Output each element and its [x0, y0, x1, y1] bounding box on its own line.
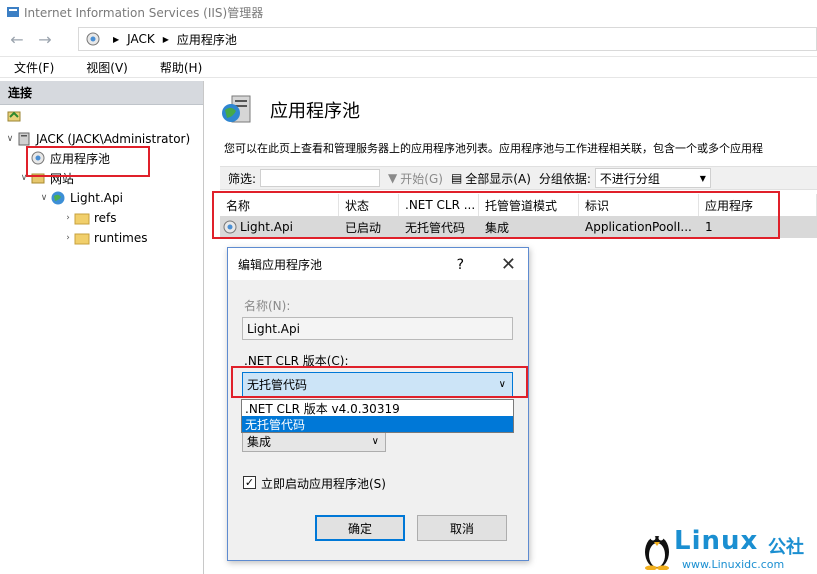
- title-bar: Internet Information Services (IIS)管理器: [0, 0, 817, 24]
- start-immediately-checkbox[interactable]: ✓: [243, 476, 256, 489]
- group-by-select[interactable]: 不进行分组 ▼: [594, 168, 711, 188]
- menu-file[interactable]: 文件(F): [8, 59, 60, 76]
- watermark-brand-cn: 公社: [768, 537, 804, 558]
- menu-bar: 文件(F) 视图(V) 帮助(H): [0, 56, 817, 78]
- funnel-icon: ▼: [388, 171, 398, 185]
- cancel-button[interactable]: 取消: [417, 515, 507, 541]
- annotation-box-clr-select: [231, 366, 528, 398]
- folder-icon: [74, 233, 90, 245]
- tree-node-site[interactable]: ∨ Light.Api: [38, 188, 123, 208]
- chevron-down-icon: ∨: [371, 435, 379, 447]
- watermark-brand: Linux: [674, 526, 759, 556]
- group-by-label: 分组依据:: [538, 171, 591, 186]
- connect-icon[interactable]: [6, 108, 22, 124]
- breadcrumb-separator: ▶: [162, 34, 169, 44]
- app-pools-large-icon: [222, 95, 251, 123]
- chevron-down-icon[interactable]: ∨: [4, 134, 16, 144]
- window-title: Internet Information Services (IIS)管理器: [24, 5, 264, 20]
- folder-icon: [74, 213, 90, 225]
- breadcrumb-separator: ▶: [113, 34, 120, 44]
- annotation-box-app-pools: [26, 146, 150, 177]
- chevron-right-icon[interactable]: ›: [62, 233, 74, 243]
- show-all-icon: ▤: [450, 171, 463, 185]
- breadcrumb-app-pools[interactable]: 应用程序池: [177, 31, 237, 48]
- globe-icon: [51, 191, 65, 205]
- chevron-right-icon[interactable]: ›: [62, 213, 74, 223]
- connections-toolbar: [0, 105, 203, 127]
- show-all-button[interactable]: ▤ 全部显示(A): [451, 170, 531, 187]
- clr-option-no-managed-code[interactable]: 无托管代码: [242, 416, 513, 432]
- filter-input[interactable]: [260, 169, 381, 187]
- dropdown-arrow-icon: ▼: [699, 173, 706, 183]
- page-title: 应用程序池: [270, 101, 360, 122]
- filter-label: 筛选:: [228, 171, 257, 186]
- connections-header: 连接: [0, 81, 203, 105]
- address-bar: ← → ▶ JACK ▶ 应用程序池: [0, 24, 817, 54]
- watermark-url: www.Linuxidc.com: [682, 558, 785, 571]
- start-immediately-label[interactable]: 立即启动应用程序池(S): [261, 475, 386, 492]
- server-icon: [18, 132, 30, 146]
- filter-toolbar: 筛选: ▼ 开始(G) ▤ 全部显示(A) 分组依据: 不进行分组 ▼: [220, 166, 817, 190]
- menu-help[interactable]: 帮助(H): [154, 59, 208, 76]
- menu-view[interactable]: 视图(V): [80, 59, 134, 76]
- pipeline-mode-select[interactable]: 集成 ∨: [242, 430, 386, 452]
- back-arrow-icon[interactable]: ←: [6, 28, 28, 50]
- linux-watermark-logo: Linux 公社 www.Linuxidc.com: [640, 524, 817, 574]
- page-description: 您可以在此页上查看和管理服务器上的应用程序池列表。应用程序池与工作进程相关联，包…: [224, 142, 763, 155]
- iis-app-icon: [7, 7, 19, 17]
- ok-button[interactable]: 确定: [315, 515, 405, 541]
- dialog-title: 编辑应用程序池: [238, 257, 323, 272]
- name-label: 名称(N):: [244, 299, 291, 313]
- close-icon[interactable]: ✕: [501, 254, 516, 275]
- app-pool-icon: [86, 32, 100, 46]
- help-icon[interactable]: ?: [457, 257, 464, 273]
- annotation-box-grid: [212, 191, 780, 239]
- clr-version-dropdown-list: .NET CLR 版本 v4.0.30319 无托管代码: [241, 399, 514, 433]
- tree-node-folder[interactable]: › refs: [62, 208, 116, 228]
- name-field: Light.Api: [242, 317, 513, 340]
- forward-arrow-icon[interactable]: →: [34, 28, 56, 50]
- tree-node-folder[interactable]: › runtimes: [62, 228, 147, 248]
- breadcrumb[interactable]: ▶ JACK ▶ 应用程序池: [78, 27, 817, 51]
- breadcrumb-server[interactable]: JACK: [127, 32, 155, 46]
- clr-option-v4[interactable]: .NET CLR 版本 v4.0.30319: [242, 400, 513, 416]
- penguin-icon: [645, 535, 669, 570]
- dialog-title-bar: 编辑应用程序池: [228, 248, 528, 280]
- start-filter-button[interactable]: ▼ 开始(G): [388, 170, 443, 187]
- chevron-down-icon[interactable]: ∨: [38, 193, 50, 203]
